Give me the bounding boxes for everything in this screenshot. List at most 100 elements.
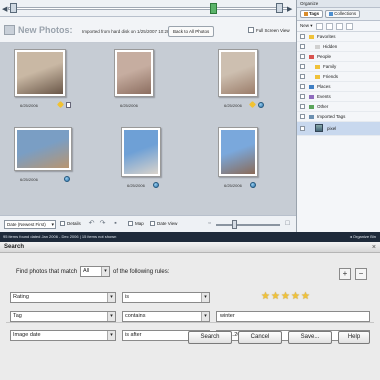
organize-bin-toggle[interactable]: ◂ Organize Bin <box>350 232 376 242</box>
map-location-icon <box>250 182 256 188</box>
details-label: Details <box>67 221 81 226</box>
rule-value-input[interactable]: winter <box>216 311 370 322</box>
photo-cell[interactable]: 6/25/2006 <box>212 47 282 127</box>
tag-pixel[interactable]: pixel <box>297 122 380 136</box>
tag-checkbox[interactable] <box>300 44 305 49</box>
tag-checkbox[interactable] <box>300 94 305 99</box>
dialog-divider <box>6 322 374 323</box>
calendar-icon <box>150 221 155 226</box>
rule-field-select[interactable]: Tag ▾ <box>10 311 116 322</box>
photo-date: 6/25/2006 <box>224 103 242 108</box>
tag-checkbox[interactable] <box>300 74 305 79</box>
rule-operator-select[interactable]: is ▾ <box>122 292 210 303</box>
photo-cell[interactable]: 6/25/2006 <box>108 47 178 127</box>
tag-icon <box>304 12 308 16</box>
tag-thumbnail-icon <box>315 124 323 132</box>
tag-tree-item[interactable]: People <box>297 52 380 62</box>
timeline-start-marker[interactable] <box>10 3 17 13</box>
thumbnail-size-slider[interactable] <box>216 224 280 226</box>
tag-tree-item[interactable]: Other <box>297 102 380 112</box>
cancel-button[interactable]: Cancel <box>238 331 282 344</box>
star-icon[interactable]: ★ <box>281 292 290 302</box>
photo-cell[interactable]: 6/25/2006 <box>8 47 78 127</box>
star-icon[interactable]: ★ <box>301 292 310 302</box>
full-screen-label: Full Screen View <box>256 27 290 33</box>
add-rule-button[interactable]: + <box>339 268 351 280</box>
search-button[interactable]: Search <box>188 331 232 344</box>
timeline[interactable]: ◀ ▶ <box>0 0 296 17</box>
favorite-star-icon <box>248 100 257 109</box>
large-thumbnail-icon[interactable]: □ <box>284 220 291 228</box>
tag-tree-item[interactable]: Places <box>297 82 380 92</box>
tag-category-icon <box>309 115 314 119</box>
tag-checkbox[interactable] <box>300 64 305 69</box>
save-button[interactable]: Save... <box>288 331 332 344</box>
timeline-left-arrow[interactable]: ◀ <box>2 5 7 13</box>
match-mode-select[interactable]: All ▾ <box>80 266 111 277</box>
photo-thumbnail[interactable] <box>218 127 258 177</box>
photo-thumbnail[interactable] <box>218 49 258 97</box>
tag-tree-item[interactable]: Imported Tags <box>297 112 380 122</box>
full-screen-view-button[interactable]: Full Screen View <box>248 27 290 33</box>
tag-tree-item[interactable]: Friends <box>297 72 380 82</box>
date-view-label: Date View <box>157 221 178 226</box>
full-screen-icon <box>248 27 254 33</box>
tag-category-icon <box>309 105 314 109</box>
date-view-button[interactable]: Date View <box>150 221 177 226</box>
help-button[interactable]: Help <box>338 331 370 344</box>
photo-thumbnail[interactable] <box>14 127 72 171</box>
rule-field-select[interactable]: Rating ▾ <box>10 292 116 303</box>
star-icon[interactable]: ★ <box>271 292 280 302</box>
photo-cell[interactable]: 6/25/2006 <box>8 125 78 205</box>
timeline-right-arrow[interactable]: ▶ <box>287 5 292 13</box>
photo-date: 6/25/2006 <box>120 103 138 108</box>
photo-thumbnail[interactable] <box>121 127 161 177</box>
tab-collections[interactable]: Collections <box>325 10 361 18</box>
tag-pixel-checkbox[interactable] <box>300 126 305 131</box>
timeline-track[interactable] <box>8 7 288 10</box>
small-thumbnail-icon[interactable]: ▫ <box>206 220 213 228</box>
tag-category-icon <box>315 75 320 79</box>
tab-tags[interactable]: Tags <box>300 10 324 18</box>
organize-panel-title: Organize <box>297 0 380 8</box>
map-button[interactable]: Map <box>128 221 144 226</box>
tag-checkbox[interactable] <box>300 54 305 59</box>
tag-tree-item[interactable]: Events <box>297 92 380 102</box>
details-checkbox[interactable]: Details <box>60 221 81 226</box>
chevron-down-icon: ▾ <box>107 312 115 321</box>
delete-icon[interactable]: ▪ <box>112 220 119 228</box>
tag-checkbox[interactable] <box>300 104 305 109</box>
tag-checkbox[interactable] <box>300 34 305 39</box>
tag-checkbox[interactable] <box>300 114 305 119</box>
star-icon[interactable]: ★ <box>261 292 270 302</box>
photo-thumbnail[interactable] <box>114 49 154 97</box>
remove-rule-button[interactable]: − <box>355 268 367 280</box>
back-to-all-photos-button[interactable]: Back to All Photos <box>168 26 215 37</box>
close-icon[interactable]: × <box>372 243 376 252</box>
tag-tree-item[interactable]: Family <box>297 62 380 72</box>
photo-cell[interactable]: 6/25/2006 <box>115 125 185 205</box>
tag-options-icon[interactable] <box>335 22 343 30</box>
photo-grid[interactable]: 6/25/2006 6/25/2006 6/25/2006 6/25/2006 6/25… <box>0 43 296 215</box>
tag-tree-item[interactable]: Favorites <box>297 32 380 42</box>
rule-operator-select[interactable]: contains ▾ <box>122 311 210 322</box>
find-tag-icon[interactable] <box>345 22 353 30</box>
photo-cell[interactable]: 6/25/2006 <box>212 125 282 205</box>
chevron-down-icon: ▾ <box>107 331 115 340</box>
timeline-selected-marker[interactable] <box>210 3 217 14</box>
sort-order-select[interactable]: Date (Newest First) <box>4 220 56 229</box>
delete-tag-icon[interactable] <box>325 22 333 30</box>
thumbnail-size-slider-handle[interactable] <box>232 220 237 229</box>
photo-thumbnail[interactable] <box>14 49 66 97</box>
rating-stars[interactable]: ★ ★ ★ ★ ★ <box>261 292 310 302</box>
tag-checkbox[interactable] <box>300 84 305 89</box>
timeline-end-marker[interactable] <box>276 3 283 13</box>
tag-tree-item[interactable]: Hidden <box>297 42 380 52</box>
rotate-right-icon[interactable]: ↷ <box>99 220 106 228</box>
rule-field-select[interactable]: Image date ▾ <box>10 330 116 341</box>
star-icon[interactable]: ★ <box>291 292 300 302</box>
rotate-left-icon[interactable]: ↶ <box>88 220 95 228</box>
photo-browser-toolbar: Date (Newest First) Details ↶ ↷ ▪ Map Da… <box>0 215 296 232</box>
edit-tag-icon[interactable] <box>315 22 323 30</box>
new-tag-menu[interactable]: New ▾ <box>300 23 313 29</box>
